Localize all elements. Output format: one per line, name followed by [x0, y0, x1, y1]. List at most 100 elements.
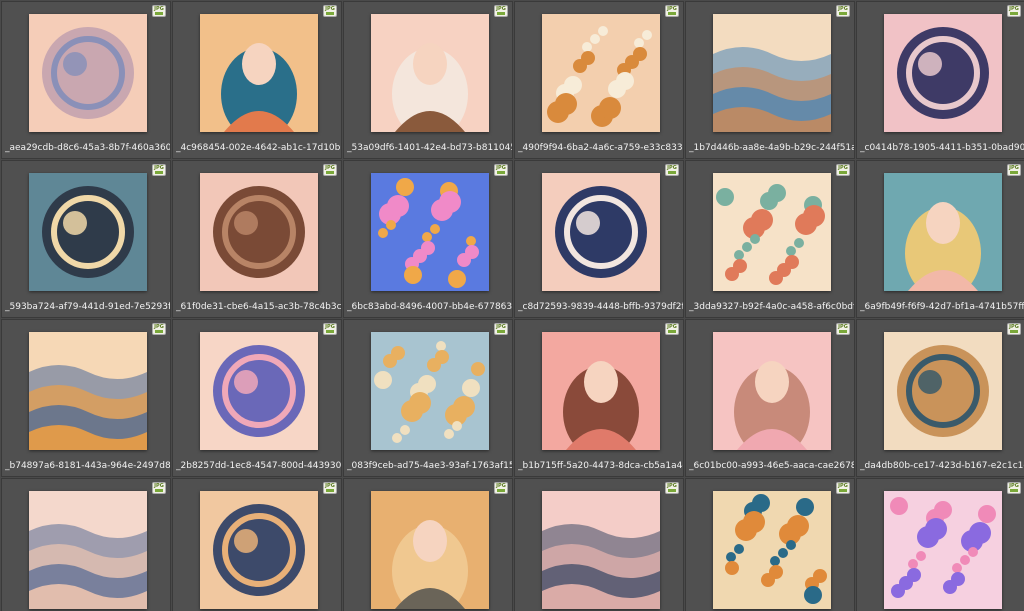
file-thumbnail[interactable]: JPG _3dda9327-b92f-4a0c-a458-af6c0bdfc... [685, 160, 855, 318]
thumbnail-image [713, 332, 831, 450]
jpg-file-icon: JPG [152, 5, 166, 17]
art-spot [234, 529, 258, 553]
file-thumbnail[interactable]: JPG [343, 478, 513, 611]
file-name: _53a09df6-1401-42e4-bd73-b8110459... [347, 143, 512, 153]
file-name: _c8d72593-9839-4448-bffb-9379df2f73... [518, 302, 683, 312]
thumbnail-art [542, 332, 660, 450]
art-dot [804, 586, 822, 604]
file-thumbnail[interactable]: JPG _6a9fb49f-f6f9-42d7-bf1a-4741b57fffc.… [856, 160, 1024, 318]
art-dot [716, 188, 734, 206]
jpg-file-icon: JPG [152, 323, 166, 335]
thumbnail-art [884, 491, 1002, 609]
file-thumbnail[interactable]: JPG [172, 478, 342, 611]
thumbnail-art [371, 332, 489, 450]
art-dot [769, 565, 783, 579]
thumbnail-art [713, 14, 831, 132]
thumbnail-image [542, 14, 660, 132]
art-dot [734, 250, 744, 260]
art-dot [907, 568, 921, 582]
art-dot [582, 42, 592, 52]
file-name: _b1b715ff-5a20-4473-8dca-cb5a1a4cd... [518, 461, 683, 471]
jpg-file-icon: JPG [665, 482, 679, 494]
file-thumbnail[interactable]: JPG [685, 478, 855, 611]
file-thumbnail[interactable]: JPG [1, 478, 171, 611]
file-thumbnail[interactable]: JPG [514, 478, 684, 611]
art-dot [435, 350, 449, 364]
jpg-file-icon: JPG [836, 5, 850, 17]
art-dot [934, 501, 952, 519]
art-dot [978, 505, 996, 523]
thumbnail-image [542, 173, 660, 291]
art-dot [453, 396, 475, 418]
file-thumbnail[interactable]: JPG _c0414b78-1905-4411-b351-0bad9034... [856, 1, 1024, 159]
art-dot [743, 511, 765, 533]
art-dot [471, 362, 485, 376]
thumbnail-image [371, 332, 489, 450]
thumbnail-image [371, 173, 489, 291]
thumbnail-image [542, 332, 660, 450]
file-name: _b74897a6-8181-443a-964e-2497d8e0... [5, 461, 170, 471]
file-thumbnail[interactable]: JPG _53a09df6-1401-42e4-bd73-b8110459... [343, 1, 513, 159]
art-dot [409, 392, 431, 414]
file-name: _6bc83abd-8496-4007-bb4e-67786395... [347, 302, 512, 312]
art-dot [960, 555, 970, 565]
art-face [242, 43, 276, 85]
thumbnail-image [713, 173, 831, 291]
jpg-file-icon: JPG [152, 164, 166, 176]
art-dot [908, 559, 918, 569]
art-dot [969, 522, 991, 544]
art-dot [465, 245, 479, 259]
thumbnail-art [713, 173, 831, 291]
art-dot [725, 561, 739, 575]
jpg-file-icon: JPG [152, 482, 166, 494]
art-dot [590, 34, 600, 44]
art-dot [374, 371, 392, 389]
art-dot [733, 259, 747, 273]
file-thumbnail[interactable]: JPG _083f9ceb-ad75-4ae3-93af-1763af15b... [343, 319, 513, 477]
file-thumbnail[interactable]: JPG [856, 478, 1024, 611]
art-dot [452, 421, 462, 431]
art-dot [564, 76, 582, 94]
thumbnail-art [713, 491, 831, 609]
file-thumbnail[interactable]: JPG _4c968454-002e-4642-ab1c-17d10b0e... [172, 1, 342, 159]
jpg-file-icon: JPG [323, 323, 337, 335]
file-name: _593ba724-af79-441d-91ed-7e5293f5d... [5, 302, 170, 312]
art-dot [386, 220, 396, 230]
thumbnail-image [371, 14, 489, 132]
art-dot [378, 228, 388, 238]
art-face [584, 361, 618, 403]
file-thumbnail[interactable]: JPG _aea29cdb-d8c6-45a3-8b7f-460a36050... [1, 1, 171, 159]
art-dot [391, 346, 405, 360]
file-thumbnail[interactable]: JPG _61f0de31-cbe6-4a15-ac3b-78c4b3ce9... [172, 160, 342, 318]
art-dot [752, 494, 770, 512]
file-thumbnail[interactable]: JPG _c8d72593-9839-4448-bffb-9379df2f73..… [514, 160, 684, 318]
file-thumbnail[interactable]: JPG _6c01bc00-a993-46e5-aaca-cae2678e9... [685, 319, 855, 477]
file-thumbnail[interactable]: JPG _490f9f94-6ba2-4a6c-a759-e33c83397... [514, 1, 684, 159]
art-dot [785, 255, 799, 269]
art-face [413, 520, 447, 562]
art-dot [770, 556, 780, 566]
thumbnail-image [200, 332, 318, 450]
file-thumbnail[interactable]: JPG _b74897a6-8181-443a-964e-2497d8e0... [1, 319, 171, 477]
thumbnail-art [200, 332, 318, 450]
art-dot [951, 572, 965, 586]
thumbnail-art [29, 14, 147, 132]
art-dot [404, 266, 422, 284]
thumbnail-art [29, 173, 147, 291]
art-dot [787, 515, 809, 537]
file-thumbnail[interactable]: JPG _1b7d446b-aa8e-4a9b-b29c-244f51ac... [685, 1, 855, 159]
file-thumbnail[interactable]: JPG _da4db80b-ce17-423d-b167-e2c1c1ee... [856, 319, 1024, 477]
art-dot [726, 552, 736, 562]
jpg-file-icon: JPG [1007, 5, 1021, 17]
art-spot [918, 370, 942, 394]
art-dot [444, 429, 454, 439]
thumbnail-image [713, 491, 831, 609]
file-thumbnail[interactable]: JPG _b1b715ff-5a20-4473-8dca-cb5a1a4cd... [514, 319, 684, 477]
jpg-file-icon: JPG [665, 323, 679, 335]
file-thumbnail[interactable]: JPG _6bc83abd-8496-4007-bb4e-67786395... [343, 160, 513, 318]
art-dot [421, 241, 435, 255]
art-dot [786, 540, 796, 550]
file-thumbnail[interactable]: JPG _2b8257dd-1ec8-4547-800d-443930f9... [172, 319, 342, 477]
art-dot [634, 38, 644, 48]
file-thumbnail[interactable]: JPG _593ba724-af79-441d-91ed-7e5293f5d... [1, 160, 171, 318]
